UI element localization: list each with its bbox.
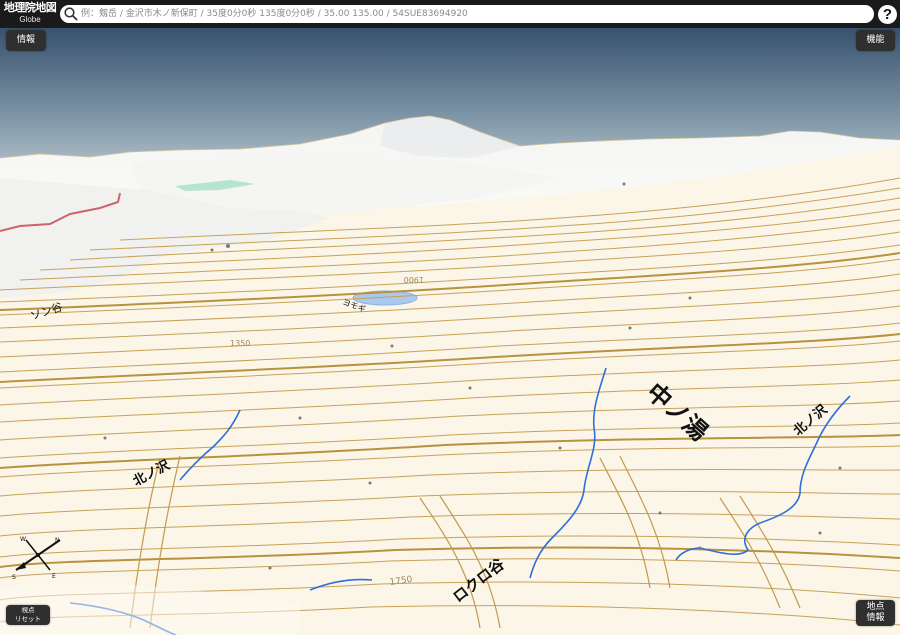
point-info-label-1: 地点 xyxy=(866,602,885,612)
map-3d-view[interactable]: 北ノ沢 ロクロ谷 中ノ湯 北ノ沢 ソン谷 ヨモギ 1900 1350 1750 xyxy=(0,28,900,635)
search-input[interactable] xyxy=(79,6,861,22)
view-reset-button[interactable]: 視点 リセット xyxy=(6,605,50,625)
point-info-label-2: 情報 xyxy=(866,613,885,623)
top-bar: 地理院地図 Globe ? xyxy=(0,0,900,28)
info-button[interactable]: 情報 xyxy=(6,30,46,51)
globe-app: 地理院地図 Globe ? xyxy=(0,0,900,635)
search-icon[interactable] xyxy=(63,6,79,22)
functions-button[interactable]: 機能 xyxy=(856,30,895,51)
search-box xyxy=(60,5,874,23)
point-info-button[interactable]: 地点 情報 xyxy=(856,600,895,626)
app-logo[interactable]: 地理院地図 Globe xyxy=(2,1,58,27)
svg-text:W: W xyxy=(20,536,26,543)
svg-text:E: E xyxy=(52,573,56,580)
svg-text:S: S xyxy=(12,574,16,580)
view-reset-label-1: 視点 xyxy=(21,606,35,614)
app-title: 地理院地図 xyxy=(3,1,57,14)
map-canvas[interactable]: 北ノ沢 ロクロ谷 中ノ湯 北ノ沢 ソン谷 ヨモギ 1900 1350 1750 xyxy=(0,28,900,635)
help-button[interactable]: ? xyxy=(878,5,897,24)
contour-label-1350: 1350 xyxy=(230,339,250,348)
svg-text:N: N xyxy=(55,537,60,544)
view-reset-label-2: リセット xyxy=(15,615,41,623)
app-subtitle: Globe xyxy=(19,15,41,24)
compass-icon[interactable]: N S W E xyxy=(10,532,66,580)
contour-label-1900: 1900 xyxy=(404,275,424,284)
